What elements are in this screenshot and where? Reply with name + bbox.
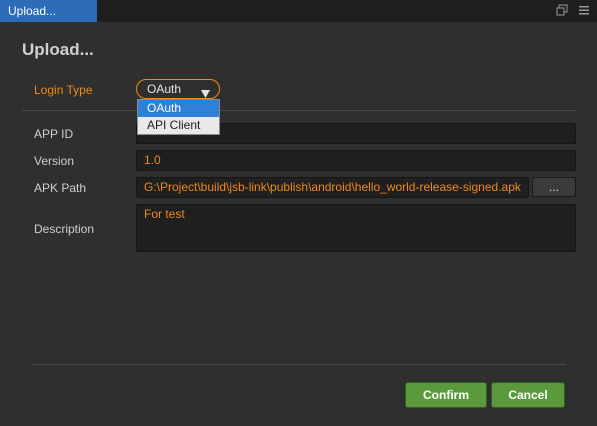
window-tab[interactable]: Upload... bbox=[0, 0, 97, 22]
title-bar: Upload... bbox=[0, 0, 597, 22]
apk-path-field[interactable]: G:\Project\build\jsb-link\publish\androi… bbox=[136, 177, 529, 198]
login-type-label: Login Type bbox=[34, 83, 93, 97]
description-label: Description bbox=[34, 222, 95, 236]
restore-window-icon[interactable] bbox=[556, 4, 570, 18]
divider-top bbox=[22, 110, 576, 111]
cancel-button[interactable]: Cancel bbox=[491, 382, 565, 408]
login-type-value: OAuth bbox=[147, 82, 182, 96]
description-textarea[interactable]: For test bbox=[136, 204, 576, 252]
apk-path-label: APK Path bbox=[34, 181, 87, 195]
browse-button[interactable]: ... bbox=[532, 177, 576, 197]
login-type-dropdown-menu: OAuth API Client bbox=[137, 99, 220, 135]
option-oauth[interactable]: OAuth bbox=[138, 100, 219, 117]
option-api-client[interactable]: API Client bbox=[138, 117, 219, 134]
divider-bottom bbox=[32, 364, 566, 365]
app-id-label: APP ID bbox=[34, 127, 74, 141]
login-type-select[interactable]: OAuth bbox=[136, 79, 220, 99]
confirm-button[interactable]: Confirm bbox=[405, 382, 487, 408]
hamburger-menu-icon[interactable] bbox=[578, 4, 592, 18]
version-field[interactable]: 1.0 bbox=[136, 150, 576, 171]
version-label: Version bbox=[34, 154, 75, 168]
dialog-title: Upload... bbox=[22, 40, 94, 59]
